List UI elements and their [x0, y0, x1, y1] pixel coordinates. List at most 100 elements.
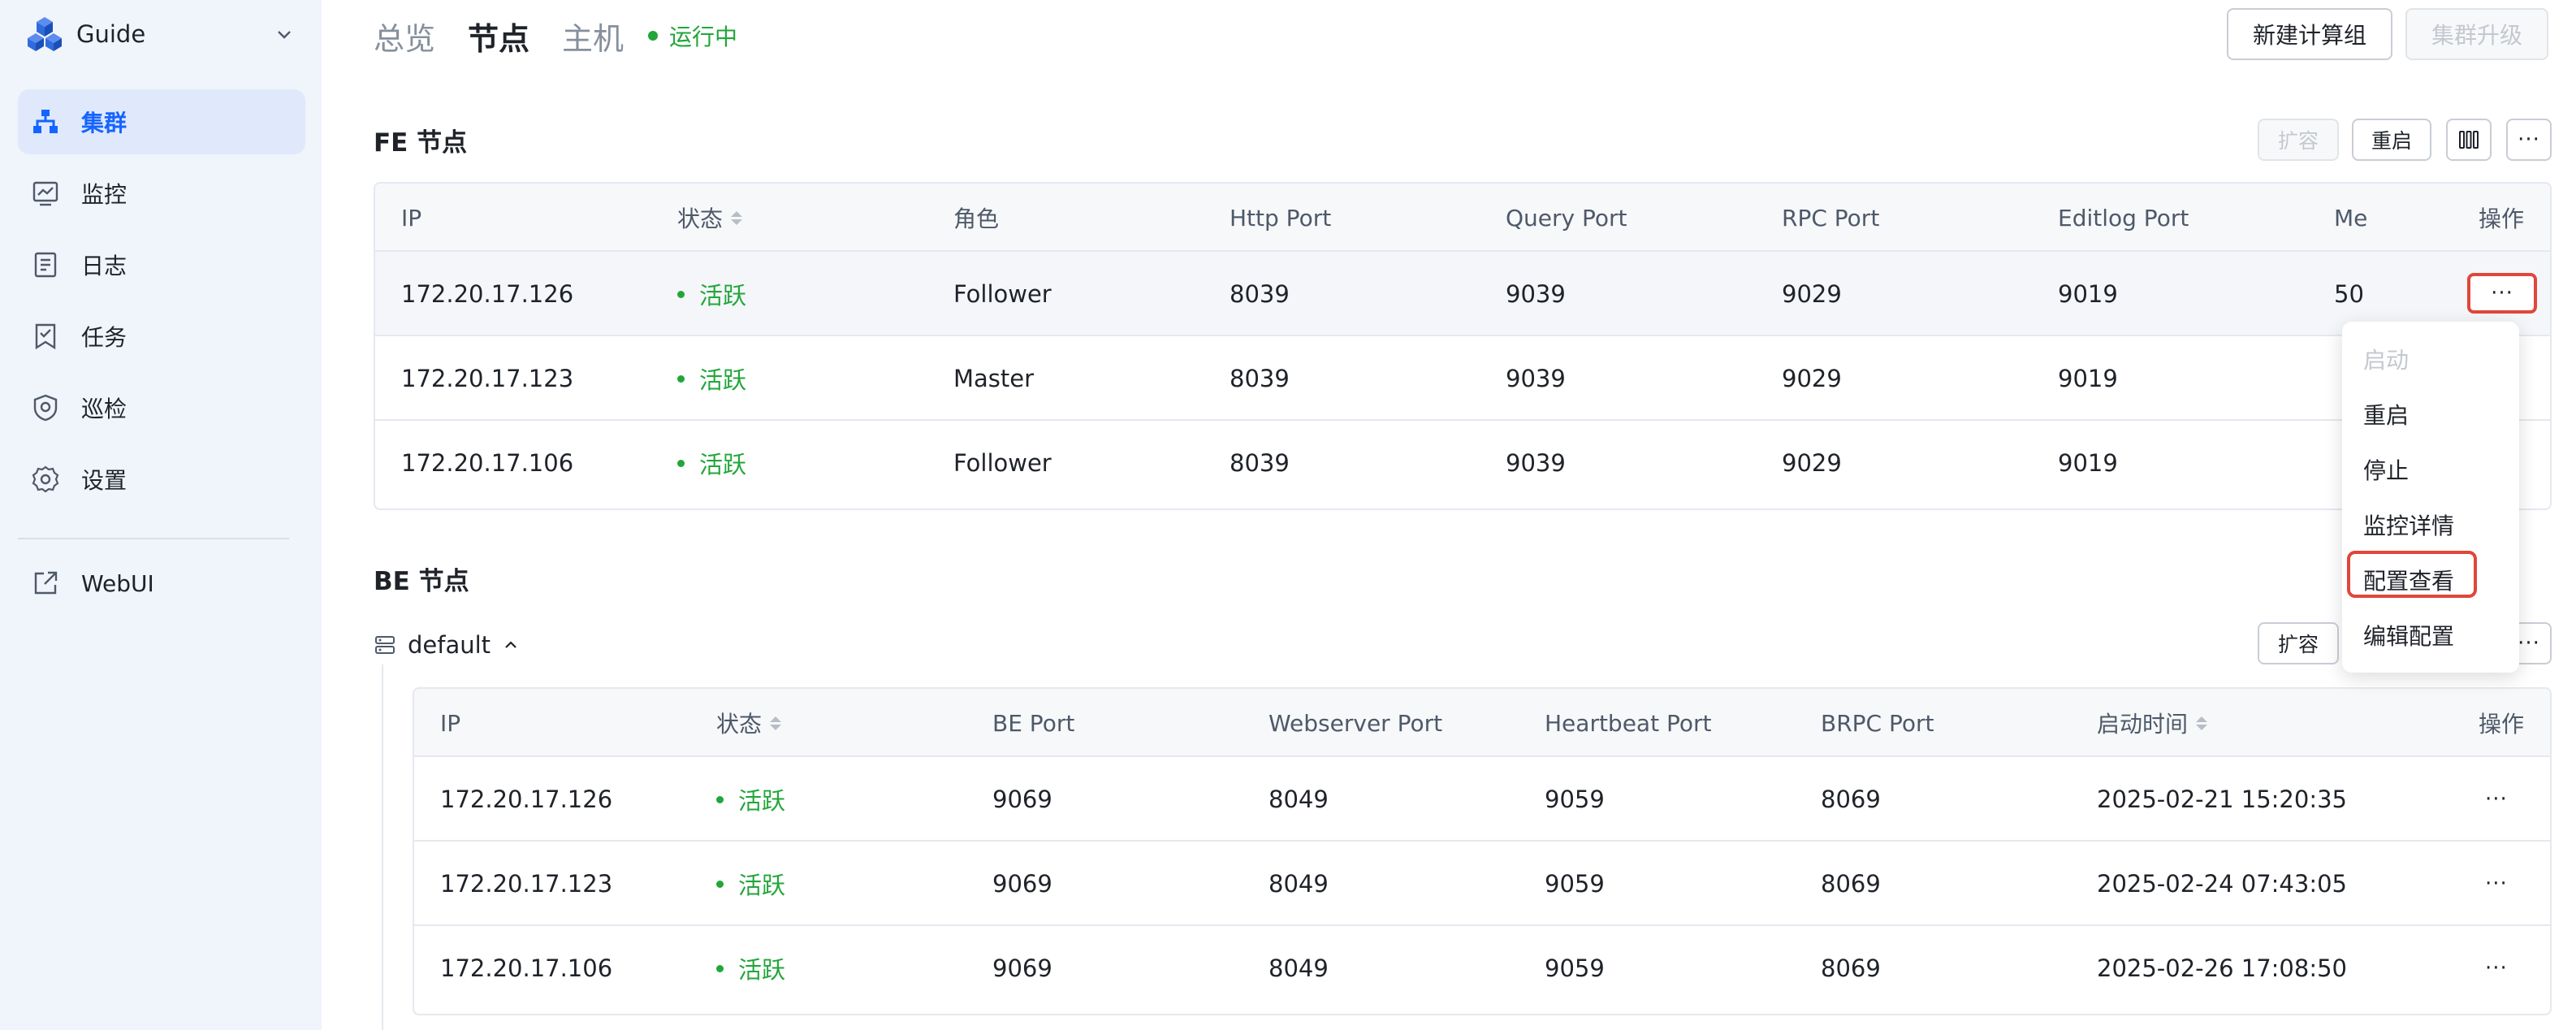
- menu-item-monitor-detail[interactable]: 监控详情: [2363, 509, 2454, 541]
- cell-editlog-port: 9019: [2058, 449, 2118, 477]
- table-row[interactable]: 172.20.17.126 活跃 9069 8049 9059 8069 202…: [414, 757, 2550, 842]
- column-settings-button[interactable]: [2446, 119, 2492, 161]
- cell-editlog-port: 9019: [2058, 280, 2118, 308]
- columns-icon: [2459, 131, 2479, 149]
- status-text: 运行中: [669, 24, 738, 50]
- cell-status: 活跃: [677, 252, 746, 336]
- log-icon: [31, 250, 60, 279]
- cell-start-time: 2025-02-21 15:20:35: [2097, 785, 2347, 813]
- cell-status: 活跃: [716, 926, 785, 1011]
- be-group-name: default: [408, 631, 491, 659]
- status-dot-icon: [716, 964, 724, 972]
- cell-http-port: 8039: [1230, 280, 1290, 308]
- chevron-up-icon: [505, 641, 516, 648]
- menu-item-restart[interactable]: 重启: [2363, 398, 2409, 431]
- menu-item-view-config[interactable]: 配置查看: [2363, 564, 2454, 596]
- page-tabs: 总览 节点 主机 运行中: [374, 11, 737, 60]
- more-icon: ···: [2485, 787, 2508, 811]
- cell-status: 活跃: [716, 842, 785, 926]
- column-header-start-time[interactable]: 启动时间: [2097, 689, 2208, 757]
- workspace-switcher[interactable]: Guide: [26, 15, 294, 54]
- fe-more-actions-button[interactable]: ···: [2506, 119, 2552, 161]
- tab-nodes[interactable]: 节点: [468, 14, 529, 58]
- column-header: Http Port: [1230, 204, 1332, 232]
- cell-rpc-port: 9029: [1782, 280, 1842, 308]
- be-node-table: IP 状态 BE Port Webserver Port Heartbeat P…: [413, 687, 2552, 1015]
- be-expand-button[interactable]: 扩容: [2258, 622, 2339, 664]
- sidebar-item-inspection[interactable]: 巡检: [18, 375, 305, 440]
- monitor-icon: [31, 179, 60, 208]
- table-row[interactable]: 172.20.17.106 活跃 9069 8049 9059 8069 202…: [414, 926, 2550, 1011]
- status-text: 活跃: [699, 366, 747, 394]
- sidebar-item-label: 集群: [81, 110, 128, 136]
- table-row[interactable]: 172.20.17.123 活跃 Master 8039 9039 9029 9…: [375, 336, 2550, 421]
- cell-ip: 172.20.17.126: [440, 785, 613, 813]
- cell-ip: 172.20.17.106: [440, 954, 613, 982]
- sidebar-item-log[interactable]: 日志: [18, 232, 305, 297]
- sidebar-item-cluster[interactable]: 集群: [18, 89, 305, 154]
- tab-hosts[interactable]: 主机: [562, 14, 624, 58]
- new-compute-group-button[interactable]: 新建计算组: [2227, 8, 2392, 60]
- column-header: Query Port: [1506, 204, 1627, 232]
- row-more-button[interactable]: ···: [2485, 757, 2508, 842]
- fe-section-title: FE 节点: [374, 128, 468, 158]
- column-header: IP: [401, 204, 422, 232]
- sidebar-item-label: 巡检: [81, 396, 128, 422]
- column-header: BE Port: [992, 709, 1075, 737]
- cell-role: Follower: [953, 449, 1052, 477]
- cell-role: Follower: [953, 280, 1052, 308]
- status-text: 活跃: [738, 956, 786, 984]
- sidebar-item-webui[interactable]: WebUI: [18, 551, 305, 616]
- sort-icon: [770, 716, 782, 730]
- external-link-icon: [31, 569, 60, 598]
- sort-icon: [2196, 716, 2208, 730]
- sidebar-item-monitor[interactable]: 监控: [18, 161, 305, 226]
- column-header-status[interactable]: 状态: [716, 689, 782, 757]
- column-header: RPC Port: [1782, 204, 1880, 232]
- cell-be-port: 9069: [992, 785, 1052, 813]
- menu-item-edit-config[interactable]: 编辑配置: [2363, 619, 2454, 651]
- be-group-toggle[interactable]: default: [374, 627, 520, 663]
- more-icon: ···: [2518, 631, 2540, 656]
- cell-heartbeat-port: 9059: [1545, 785, 1605, 813]
- cell-be-port: 9069: [992, 954, 1052, 982]
- row-actions-menu: 启动 重启 停止 监控详情 配置查看 编辑配置: [2342, 322, 2519, 673]
- row-more-button[interactable]: ···: [2485, 842, 2508, 926]
- cell-ip: 172.20.17.106: [401, 449, 574, 477]
- column-header: Me: [2334, 204, 2366, 232]
- cell-webserver-port: 8049: [1269, 870, 1329, 898]
- cell-be-port: 9069: [992, 870, 1052, 898]
- cell-brpc-port: 8069: [1821, 870, 1881, 898]
- cell-http-port: 8039: [1230, 365, 1290, 392]
- server-icon: [375, 636, 395, 654]
- tab-overview[interactable]: 总览: [374, 14, 435, 58]
- fe-restart-button[interactable]: 重启: [2352, 119, 2431, 161]
- task-icon: [31, 322, 60, 351]
- cell-rpc-port: 9029: [1782, 365, 1842, 392]
- sidebar-item-label: 设置: [81, 467, 128, 494]
- cell-heartbeat-port: 9059: [1545, 870, 1605, 898]
- status-dot-icon: [716, 795, 724, 803]
- sidebar-item-label: 日志: [81, 253, 128, 279]
- workspace-name: Guide: [76, 20, 146, 48]
- table-row[interactable]: 172.20.17.123 活跃 9069 8049 9059 8069 202…: [414, 842, 2550, 926]
- status-text: 活跃: [738, 787, 786, 815]
- table-row[interactable]: 172.20.17.126 活跃 Follower 8039 9039 9029…: [375, 252, 2550, 336]
- menu-item-stop[interactable]: 停止: [2363, 453, 2409, 486]
- column-header-status[interactable]: 状态: [677, 184, 743, 252]
- row-more-button[interactable]: ···: [2485, 926, 2508, 1011]
- sidebar-item-task[interactable]: 任务: [18, 304, 305, 369]
- sidebar-item-label: 监控: [81, 181, 128, 208]
- cluster-upgrade-button[interactable]: 集群升级: [2405, 8, 2548, 60]
- sidebar-item-label: 任务: [81, 324, 128, 351]
- row-more-button[interactable]: ···: [2467, 273, 2537, 314]
- table-row[interactable]: 172.20.17.106 活跃 Follower 8039 9039 9029…: [375, 421, 2550, 505]
- sort-icon: [731, 210, 743, 225]
- group-indent-line: [382, 664, 383, 1030]
- fe-expand-button[interactable]: 扩容: [2258, 119, 2339, 161]
- cell-query-port: 9039: [1506, 365, 1566, 392]
- cluster-icon: [31, 107, 60, 136]
- sidebar-item-settings[interactable]: 设置: [18, 447, 305, 512]
- menu-item-start[interactable]: 启动: [2363, 343, 2409, 375]
- sidebar: Guide 集群 监控 日志 任务 巡检 设置 WebUI: [0, 0, 322, 1030]
